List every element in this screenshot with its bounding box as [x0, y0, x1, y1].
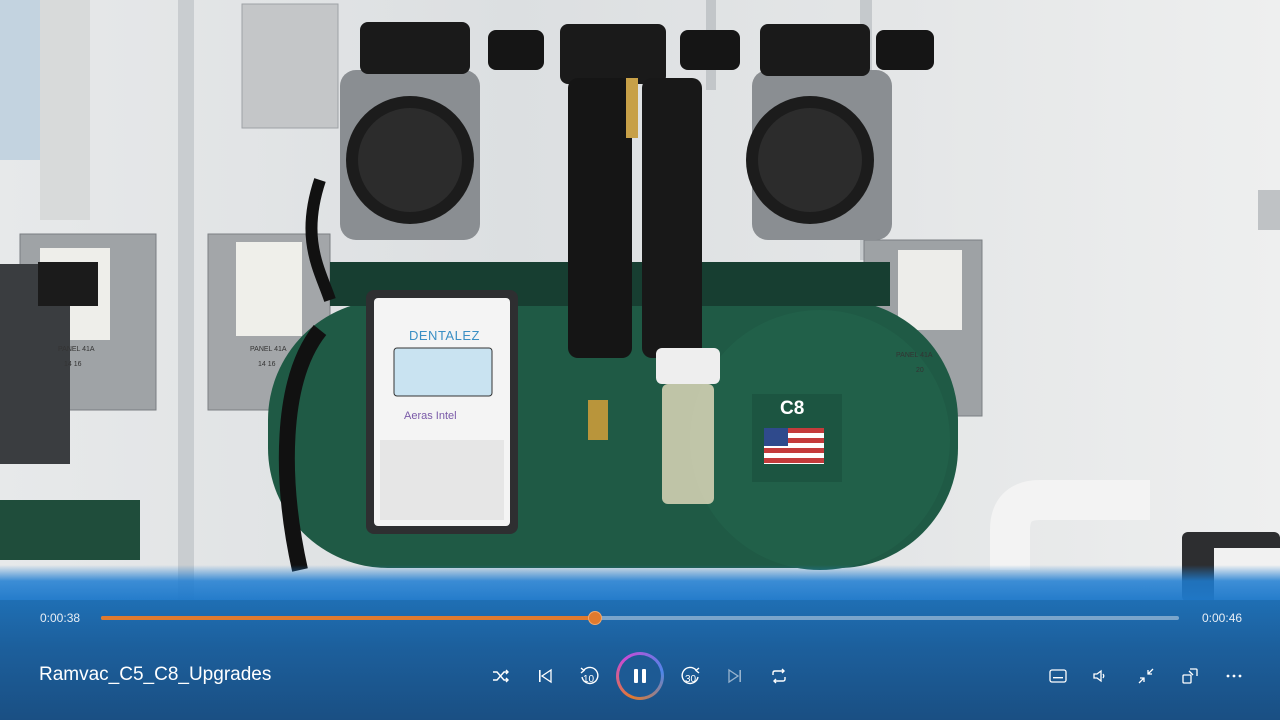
forward-button[interactable]: 30 — [675, 660, 707, 692]
unit-label: C8 — [780, 398, 805, 419]
previous-icon — [539, 668, 552, 684]
panel-label: PANEL 41A — [896, 352, 933, 359]
seek-bar[interactable] — [101, 611, 1179, 625]
rewind-label: 10 — [583, 674, 595, 685]
play-pause-button[interactable] — [616, 652, 664, 700]
previous-button[interactable] — [529, 660, 561, 692]
seek-bar-thumb[interactable] — [587, 611, 602, 625]
exit-fullscreen-button[interactable] — [1130, 660, 1162, 692]
seek-bar-progress — [101, 616, 595, 620]
captions-icon — [1049, 669, 1067, 683]
more-icon — [1226, 674, 1242, 678]
total-time: 0:00:46 — [1202, 611, 1243, 625]
pause-icon — [634, 669, 646, 683]
more-button[interactable] — [1218, 660, 1250, 692]
exit-fullscreen-icon — [1138, 668, 1154, 684]
current-time: 0:00:38 — [40, 611, 81, 625]
brand-label: DENTALEZ — [409, 328, 480, 343]
repeat-button[interactable] — [763, 660, 795, 692]
video-title: Ramvac_C5_C8_Upgrades — [39, 664, 272, 685]
panel-label: 20 — [916, 367, 924, 374]
next-icon — [728, 668, 741, 684]
shuffle-button[interactable] — [485, 660, 517, 692]
captions-button[interactable] — [1042, 660, 1074, 692]
panel-label: PANEL 41A — [58, 346, 95, 353]
sub-brand-label: Aeras Intel — [404, 410, 457, 422]
mini-player-button[interactable] — [1174, 660, 1206, 692]
repeat-icon — [772, 668, 786, 684]
controls-glow — [0, 565, 1280, 605]
shuffle-icon — [493, 669, 509, 683]
forward-label: 30 — [685, 674, 697, 685]
panel-label: 14 16 — [258, 361, 276, 368]
panel-label: PANEL 41A — [250, 346, 287, 353]
volume-icon — [1093, 669, 1105, 683]
next-button[interactable] — [719, 660, 751, 692]
mini-player-icon — [1182, 668, 1198, 684]
rewind-button[interactable]: 10 — [573, 660, 605, 692]
volume-button[interactable] — [1084, 660, 1116, 692]
panel-label: 14 16 — [64, 361, 82, 368]
play-pause-inner — [619, 655, 661, 697]
